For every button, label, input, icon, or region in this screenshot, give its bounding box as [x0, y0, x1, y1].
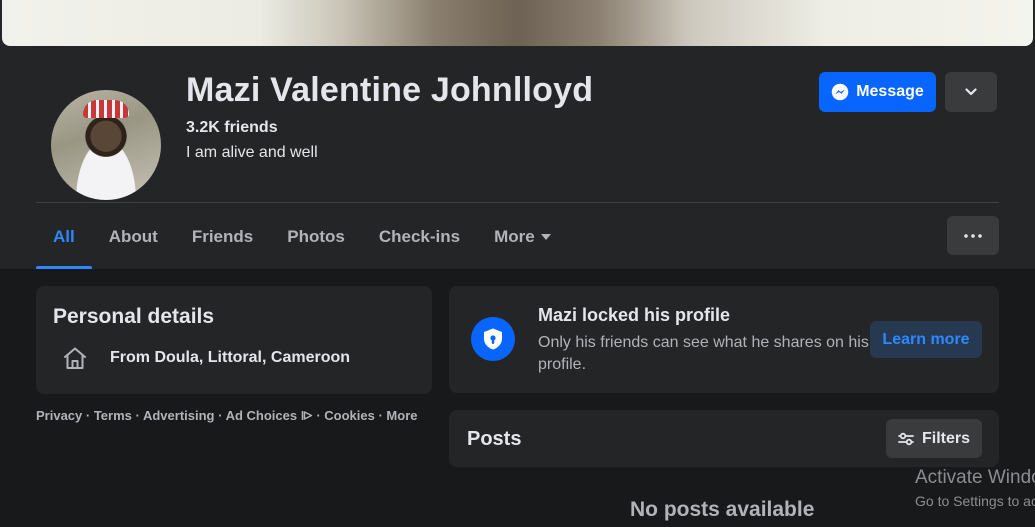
- filters-label: Filters: [921, 429, 970, 447]
- tab-check-ins[interactable]: Check-ins: [362, 204, 477, 269]
- posts-card: Posts Filters: [449, 410, 999, 467]
- friends-count[interactable]: 3.2K friends: [186, 119, 278, 137]
- more-link[interactable]: More: [386, 408, 417, 423]
- watermark-subtitle: Go to Settings to activate Windows.: [915, 493, 1035, 509]
- personal-details-title: Personal details: [53, 305, 215, 328]
- cover-photo[interactable]: [2, 0, 1033, 46]
- posts-title: Posts: [467, 428, 522, 450]
- tab-label: Photos: [287, 226, 345, 246]
- filters-icon: [898, 432, 914, 445]
- locked-description: Only his friends can see what he shares …: [538, 334, 869, 373]
- location-row: From Doula, Littoral, Cameroon: [62, 345, 350, 371]
- locked-title: Mazi locked his profile: [538, 305, 731, 325]
- activation-watermark: Activate Windows Go to Settings to activ…: [915, 467, 1035, 511]
- lock-badge: [471, 317, 515, 361]
- privacy-link[interactable]: Privacy: [36, 408, 82, 423]
- caret-down-icon: [540, 233, 551, 240]
- profile-tabs: All About Friends Photos Check-ins More: [36, 204, 568, 269]
- ad-choices-icon: [301, 411, 312, 420]
- header-divider: [36, 202, 999, 203]
- profile-name: Mazi Valentine Johnlloyd: [186, 71, 594, 109]
- profile-bio: I am alive and well: [186, 144, 318, 161]
- terms-link[interactable]: Terms: [94, 408, 132, 423]
- advertising-link[interactable]: Advertising: [143, 408, 215, 423]
- cookies-link[interactable]: Cookies: [324, 408, 375, 423]
- learn-more-button[interactable]: Learn more: [870, 321, 982, 358]
- message-button[interactable]: Message: [819, 72, 936, 112]
- tab-label: More: [494, 226, 535, 246]
- tab-about[interactable]: About: [92, 204, 175, 269]
- tab-options-button[interactable]: [947, 216, 999, 255]
- personal-details-card: Personal details From Doula, Littoral, C…: [36, 286, 432, 394]
- tab-label: About: [108, 226, 158, 246]
- shield-lock-icon: [484, 328, 502, 350]
- tab-friends[interactable]: Friends: [175, 204, 270, 269]
- locked-profile-card: Mazi locked his profile Only his friends…: [449, 286, 999, 393]
- filters-button[interactable]: Filters: [886, 419, 982, 458]
- tab-label: All: [53, 226, 75, 246]
- ellipsis-icon: [964, 233, 982, 238]
- chevron-down-icon: [965, 88, 977, 96]
- avatar-cap: [83, 100, 129, 118]
- ad-choices-link[interactable]: Ad Choices: [226, 408, 317, 423]
- tab-label: Check-ins: [378, 226, 461, 246]
- tab-all[interactable]: All: [36, 204, 92, 269]
- cover-area: [0, 0, 1035, 47]
- home-icon: [64, 347, 86, 369]
- no-posts-message: No posts available: [630, 498, 815, 521]
- message-button-label: Message: [856, 83, 924, 100]
- messenger-icon: [831, 83, 849, 101]
- footer-links: Privacy · Terms · Advertising · Ad Choic…: [36, 408, 418, 423]
- watermark-title: Activate Windows: [915, 467, 1035, 488]
- profile-header: Mazi Valentine Johnlloyd 3.2K friends I …: [0, 47, 1035, 269]
- tab-more[interactable]: More: [477, 204, 568, 269]
- profile-avatar[interactable]: [46, 85, 166, 205]
- location-text: From Doula, Littoral, Cameroon: [110, 349, 351, 366]
- avatar-photo: [51, 90, 161, 200]
- more-actions-button[interactable]: [945, 72, 997, 112]
- tab-label: Friends: [191, 226, 254, 246]
- tab-photos[interactable]: Photos: [270, 204, 362, 269]
- ad-choices-label: Ad Choices: [225, 408, 298, 423]
